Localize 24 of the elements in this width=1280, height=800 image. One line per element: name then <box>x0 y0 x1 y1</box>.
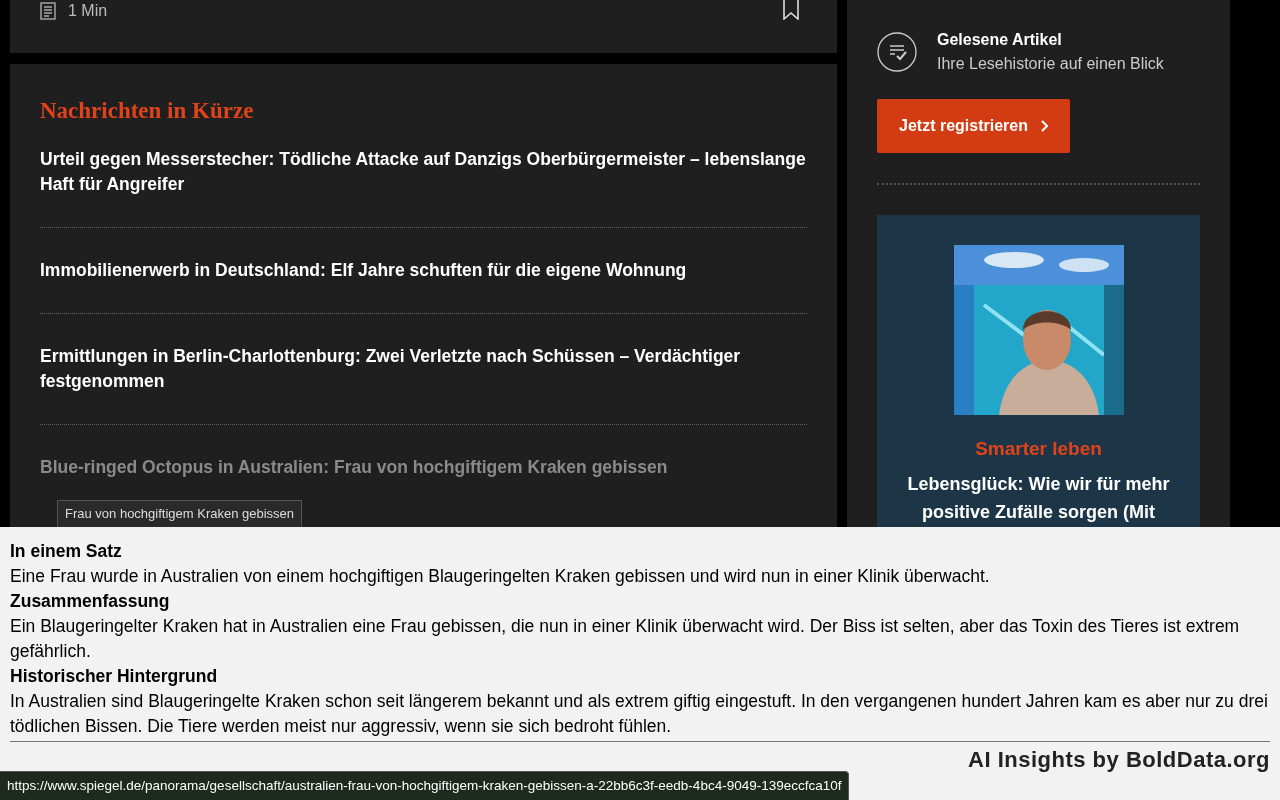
credit-text: AI Insights by BoldData.org <box>968 746 1270 774</box>
news-link[interactable]: Blue-ringed Octopus in Australien: Frau von hochgiftigem Kraken gebissen <box>40 454 807 480</box>
register-button[interactable]: Jetzt registrieren <box>877 99 1070 153</box>
status-url: https://www.spiegel.de/panorama/gesellschaft/australien-frau-von-hochgiftigem-kraken-gebissen-a-22bb6c3f-eedb-4bc4-9049-139eccfca10f <box>0 770 850 800</box>
feature-subtitle: Ihre Lesehistorie auf einen Blick <box>937 54 1164 74</box>
episode-title: Lebensglück: Wie wir für mehr positive Zufälle sorgen (Mit <box>907 472 1170 524</box>
insight-text: Eine Frau wurde in Australien von einem hochgiftigen Blaugeringelten Kraken gebissen und wird nun in einer Klinik überwacht. <box>10 565 991 588</box>
news-link[interactable]: Urteil gegen Messerstecher: Tödliche Attacke auf Danzigs Oberbürgermeister – lebenslange Haft für Angreifer <box>40 146 807 197</box>
bookmark-icon[interactable] <box>783 0 799 20</box>
tooltip: Frau von hochgiftigem Kraken gebissen <box>57 500 303 528</box>
document-icon <box>40 2 56 20</box>
insight-heading: Historischer Hintergrund <box>10 665 218 688</box>
news-link[interactable]: Ermittlungen in Berlin-Charlottenburg: Zwei Verletzte nach Schüssen – Verdächtiger festgenommen <box>40 343 807 394</box>
insight-heading: Zusammenfassung <box>10 590 170 613</box>
feature-title: Gelesene Artikel <box>937 30 1063 50</box>
news-link[interactable]: Immobilienerwerb in Deutschland: Elf Jahre schuften für die eigene Wohnung <box>40 257 807 283</box>
insight-text: In Australien sind Blaugeringelte Kraken schon seit längerem bekannt und als extrem giftig eingestuft. In den vergangenen hundert Jahren kam es aber nur zu drei tödlichen Bissen. Die Tiere werden meist nur aggressiv, wenn sie sich bedroht fühlen. <box>10 690 1269 738</box>
podcast-series: Smarter leben <box>975 437 1102 461</box>
section-heading: Nachrichten in Kürze <box>40 97 255 125</box>
checklist-icon <box>877 32 917 72</box>
reading-time: 1 Min <box>68 1 108 21</box>
chevron-icon <box>1039 120 1048 132</box>
insight-text: Ein Blaugeringelter Kraken hat in Australien eine Frau gebissen, die nun in einer Klinik überwacht wird. Der Biss ist selten, aber das Toxin des Tieres ist extrem gefährlich. <box>10 615 1241 663</box>
insight-heading: In einem Satz <box>10 540 122 563</box>
